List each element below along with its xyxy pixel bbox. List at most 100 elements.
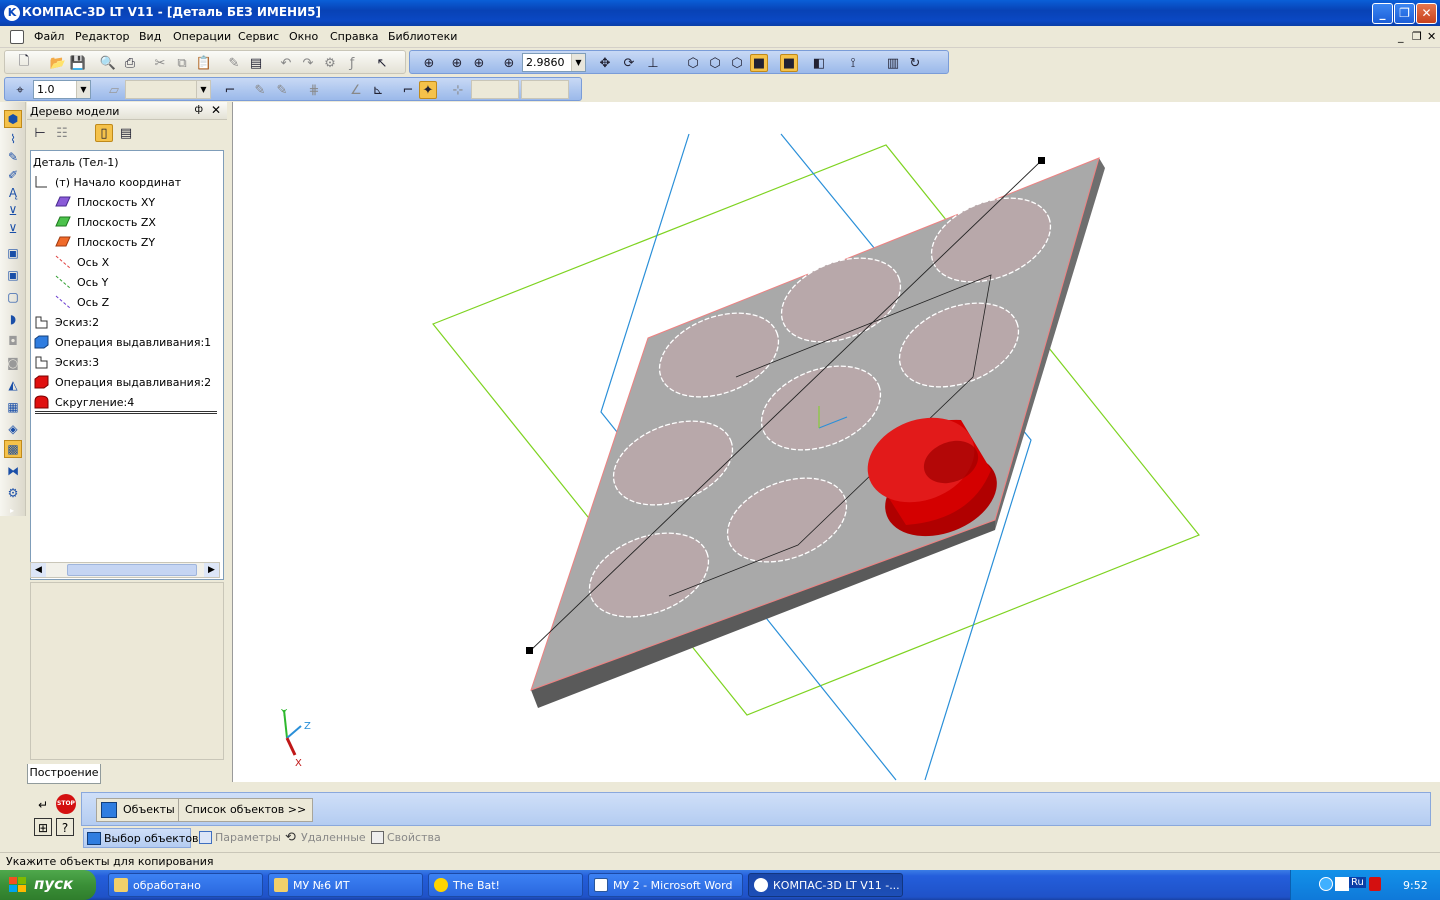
tree-filter-icon[interactable]: ▤ <box>117 124 135 142</box>
wireframe-icon[interactable]: ⬡ <box>684 54 702 72</box>
pan-icon[interactable]: ✥ <box>596 54 614 72</box>
zoom-combo[interactable]: 2.9860 ▼ <box>522 53 586 72</box>
step-combo[interactable]: 1.0 ▼ <box>33 80 91 99</box>
geometry-icon[interactable]: ⬢ <box>4 110 22 128</box>
zoom-icon[interactable]: ⊕ <box>448 54 466 72</box>
menu-help[interactable]: Справка <box>330 30 378 43</box>
start-button[interactable]: пуск <box>0 870 96 900</box>
hidden-thin-icon[interactable]: ⬡ <box>728 54 746 72</box>
help-icon[interactable]: ? <box>56 818 74 836</box>
refresh-icon[interactable]: ↻ <box>906 54 924 72</box>
task-folder-processed[interactable]: обработано <box>108 873 263 897</box>
format-painter-icon[interactable]: ✎ <box>225 54 243 72</box>
chevron-down-icon[interactable]: ▼ <box>196 81 210 98</box>
network-icon[interactable] <box>1319 877 1333 891</box>
document-icon[interactable] <box>10 30 24 44</box>
enter-icon[interactable]: ↵ <box>34 796 52 814</box>
edit-icon[interactable]: ✎ <box>251 81 269 99</box>
expand-arrow-icon[interactable]: ▸ <box>10 506 14 515</box>
array-op-icon[interactable]: ▦ <box>4 398 22 416</box>
sketch-tools-icon[interactable]: ⌇ <box>4 130 22 148</box>
edit-tools-icon[interactable]: ✎ <box>4 148 22 166</box>
copy-icon[interactable]: ⧉ <box>173 54 191 72</box>
task-folder-mu6[interactable]: МУ №6 ИТ <box>268 873 423 897</box>
model-viewport[interactable]: Y Z X <box>232 102 1440 782</box>
mirror-op-icon[interactable]: ⧓ <box>4 462 22 480</box>
local-cs-icon[interactable]: ∠ <box>347 81 365 99</box>
shaded-icon[interactable]: ■ <box>750 54 768 72</box>
coord-x-field[interactable] <box>471 80 519 99</box>
undo-icon[interactable]: ↶ <box>277 54 295 72</box>
task-word[interactable]: МУ 2 - Microsoft Word <box>588 873 743 897</box>
context-help-icon[interactable]: ↖ <box>373 54 391 72</box>
fillet-op-icon[interactable]: ◗ <box>4 310 22 328</box>
measure-icon[interactable]: ⊻ <box>4 220 22 238</box>
open-file-icon[interactable]: 📂 <box>49 54 67 72</box>
menu-edit[interactable]: Редактор <box>75 30 130 43</box>
rotate-icon[interactable]: ⟳ <box>620 54 638 72</box>
tree-item-extrude-1[interactable]: Операция выдавливания:1 <box>33 333 211 351</box>
menu-operations[interactable]: Операции <box>173 30 231 43</box>
objects-button[interactable]: Объекты <box>96 798 182 822</box>
variables-icon[interactable]: ƒ <box>343 54 361 72</box>
task-the-bat[interactable]: The Bat! <box>428 873 583 897</box>
pin-icon[interactable]: ф <box>194 104 203 115</box>
filter-icon[interactable]: ⟟ <box>844 54 862 72</box>
stop-icon[interactable]: STOP <box>56 794 76 814</box>
tray-language[interactable]: Ru <box>1349 877 1366 888</box>
tree-close-button[interactable]: ✕ <box>211 103 221 117</box>
rib-op-icon[interactable]: ◭ <box>4 376 22 394</box>
chevron-down-icon[interactable]: ▼ <box>76 81 90 98</box>
hole-op-icon[interactable]: ◙ <box>4 354 22 372</box>
tree-item-origin[interactable]: (т) Начало координат <box>33 173 181 191</box>
perspective-icon[interactable]: ◧ <box>810 54 828 72</box>
sketch-endpoint-marker[interactable] <box>526 647 533 654</box>
cut-icon[interactable]: ✂ <box>151 54 169 72</box>
chamfer-op-icon[interactable]: ◘ <box>4 332 22 350</box>
menu-view[interactable]: Вид <box>139 30 161 43</box>
scroll-right-icon[interactable]: ▶ <box>204 563 219 577</box>
print-preview-icon[interactable]: 🔍 <box>99 54 117 72</box>
orthogonal-icon[interactable]: ⊾ <box>369 81 387 99</box>
paste-icon[interactable]: 📋 <box>195 54 213 72</box>
sketch-mode-icon[interactable]: ⌐ <box>221 81 239 99</box>
tab-select-objects[interactable]: Выбор объектов <box>83 828 199 848</box>
tab-deleted[interactable]: ⟲ Удаленные <box>283 828 368 848</box>
zoom-all-icon[interactable]: ⊕ <box>470 54 488 72</box>
zoom-scale-icon[interactable]: ⊕ <box>500 54 518 72</box>
tree-item-axis-z[interactable]: Ось Z <box>55 293 109 311</box>
tree-item-axis-y[interactable]: Ось Y <box>55 273 108 291</box>
mdi-restore-button[interactable]: ❐ <box>1412 30 1422 43</box>
ortho-mode-icon[interactable]: ⌐ <box>399 81 417 99</box>
tree-item-plane-zy[interactable]: Плоскость ZY <box>55 233 155 251</box>
kompas-app-icon[interactable]: K <box>4 5 20 21</box>
minimize-button[interactable]: _ <box>1372 3 1393 24</box>
coord-y-field[interactable] <box>521 80 569 99</box>
maximize-button[interactable]: ❐ <box>1394 3 1415 24</box>
save-icon[interactable]: 💾 <box>69 54 87 72</box>
tab-construction[interactable]: Построение <box>27 764 101 784</box>
scroll-thumb[interactable] <box>67 564 197 576</box>
extrude-op-icon[interactable]: ▣ <box>4 244 22 262</box>
layer-icon[interactable]: ▱ <box>105 81 123 99</box>
tree-end-marker[interactable] <box>35 411 217 414</box>
skype-icon[interactable] <box>1335 877 1349 891</box>
shell-op-icon[interactable]: ▢ <box>4 288 22 306</box>
menu-libraries[interactable]: Библиотеки <box>388 30 457 43</box>
antivirus-icon[interactable] <box>1369 877 1381 891</box>
layer-combo[interactable]: ▼ <box>125 80 211 99</box>
tree-item-sketch-2[interactable]: Эскиз:2 <box>33 313 99 331</box>
tree-item-plane-xy[interactable]: Плоскость XY <box>55 193 155 211</box>
mdi-close-button[interactable]: ✕ <box>1427 30 1436 43</box>
zoom-window-icon[interactable]: ⊕ <box>420 54 438 72</box>
scroll-left-icon[interactable]: ◀ <box>31 563 46 577</box>
tree-structure-icon[interactable]: ⊢ <box>31 124 49 142</box>
model-view-svg[interactable]: Y Z X <box>233 102 1440 782</box>
tree-item-axis-x[interactable]: Ось X <box>55 253 109 271</box>
tree-item-fillet-4[interactable]: Скругление:4 <box>33 393 134 411</box>
menu-window[interactable]: Окно <box>289 30 318 43</box>
object-list-button[interactable]: Список объектов >> <box>178 798 314 822</box>
hidden-lines-icon[interactable]: ⬡ <box>706 54 724 72</box>
task-kompas[interactable]: КОМПАС-3D LT V11 -... <box>748 873 903 897</box>
close-button[interactable]: ✕ <box>1416 3 1437 24</box>
